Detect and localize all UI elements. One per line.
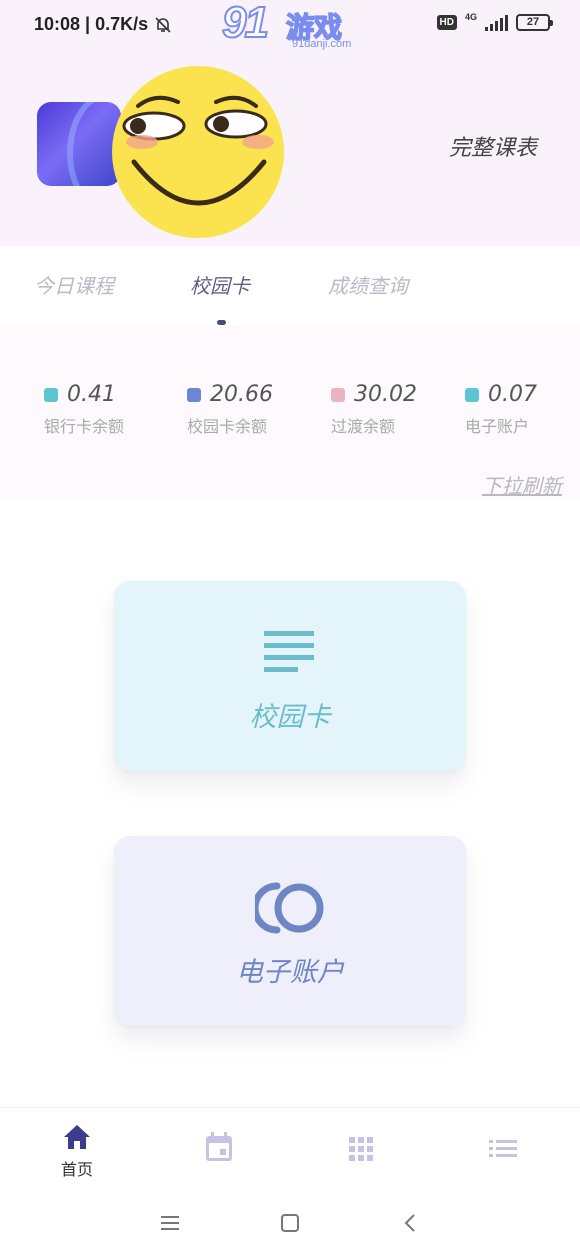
- stat-dot: [44, 387, 58, 402]
- system-nav-bar: [0, 1189, 580, 1258]
- grid-icon: [349, 1137, 373, 1161]
- stat-label: 电子账户: [465, 417, 530, 436]
- tab-bar: 今日课程 校园卡 成绩查询: [0, 246, 580, 326]
- stat-dot: [331, 387, 345, 402]
- nav-home-label: 首页: [60, 1160, 93, 1179]
- home-icon: [64, 1125, 90, 1149]
- network-type: 4G: [464, 12, 477, 22]
- status-right: HD 4G 27: [436, 12, 553, 31]
- stat-label: 银行卡余额: [44, 417, 125, 436]
- signal-icon: [485, 14, 508, 31]
- menu-icon[interactable]: [161, 1216, 179, 1230]
- e-account-button[interactable]: 电子账户: [114, 836, 466, 1026]
- tab-today-courses[interactable]: 今日课程: [34, 246, 114, 326]
- stat-dot: [465, 387, 479, 402]
- bottom-nav: 首页: [0, 1107, 580, 1189]
- header: 完整课表: [0, 52, 580, 246]
- stat-label: 校园卡余额: [187, 417, 268, 436]
- watermark-domain: 91danji.com: [292, 38, 352, 50]
- full-schedule-link[interactable]: 完整课表: [449, 130, 537, 162]
- status-time-speed: 10:08 | 0.7K/s: [34, 14, 149, 34]
- balance-stats: 0.41 银行卡余额 20.66 校园卡余额 30.02 过渡余额 0.07 电…: [0, 326, 580, 500]
- bell-off-icon: [155, 16, 171, 33]
- nav-calendar[interactable]: [189, 1132, 249, 1166]
- home-square-icon[interactable]: [281, 1214, 299, 1232]
- stat-value: 20.66: [210, 382, 273, 407]
- list-icon: [489, 1140, 517, 1157]
- stat-e-account: 0.07 电子账户: [465, 382, 537, 437]
- back-icon[interactable]: [404, 1213, 416, 1233]
- nav-list[interactable]: [473, 1139, 533, 1163]
- nav-home[interactable]: 首页: [47, 1124, 107, 1180]
- tab-indicator: [217, 320, 226, 325]
- e-account-label: 电子账户: [236, 957, 344, 988]
- stat-label: 过渡余额: [331, 417, 396, 436]
- circles-icon: [255, 882, 324, 934]
- lines-icon: [264, 631, 314, 672]
- stat-campus-card: 20.66 校园卡余额: [187, 382, 273, 437]
- status-bar: 10:08 | 0.7K/s 91 游戏 91danji.com HD 4G 2…: [0, 0, 580, 52]
- watermark-number: 91: [221, 0, 270, 48]
- stat-dot: [187, 387, 201, 402]
- calendar-icon: [206, 1132, 232, 1161]
- stat-value: 0.41: [67, 382, 116, 407]
- battery-icon: 27: [516, 14, 553, 31]
- tab-campus-card[interactable]: 校园卡: [158, 246, 282, 326]
- stat-bank-card: 0.41 银行卡余额: [44, 382, 124, 437]
- campus-card-button[interactable]: 校园卡: [114, 581, 466, 771]
- pull-refresh-hint[interactable]: 下拉刷新: [482, 470, 562, 499]
- smirk-emoji-icon: [112, 66, 284, 238]
- campus-card-label: 校园卡: [249, 702, 331, 733]
- stat-value: 30.02: [354, 382, 417, 407]
- watermark-logo: 91 游戏 91danji.com: [221, 0, 362, 52]
- status-left: 10:08 | 0.7K/s: [34, 14, 172, 35]
- tab-grade-query[interactable]: 成绩查询: [328, 246, 408, 326]
- hd-badge: HD: [436, 15, 457, 30]
- nav-grid[interactable]: [331, 1136, 391, 1166]
- stat-transition: 30.02 过渡余额: [331, 382, 417, 437]
- stat-value: 0.07: [488, 382, 537, 407]
- battery-level: 27: [526, 16, 540, 28]
